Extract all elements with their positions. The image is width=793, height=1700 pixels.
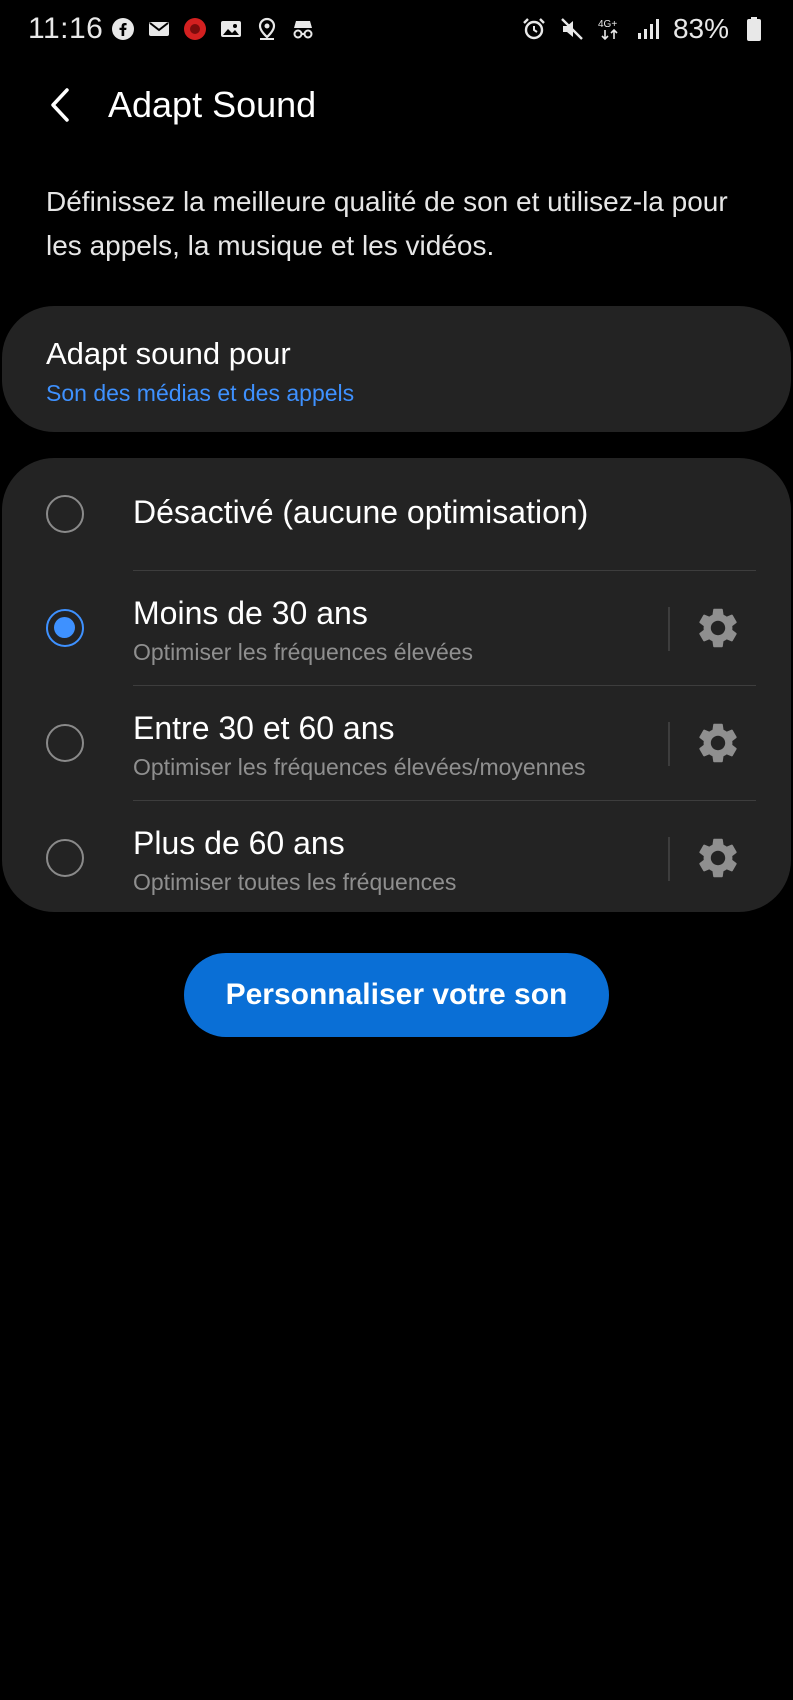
battery-percentage: 83% <box>672 13 729 44</box>
age-options-list: Désactivé (aucune optimisation) Moins de… <box>2 458 791 912</box>
image-icon <box>218 16 244 42</box>
radio-button-off[interactable] <box>46 495 84 533</box>
alarm-icon <box>521 16 547 42</box>
system-icons: 4G+ 83% <box>521 13 767 45</box>
chevron-left-icon <box>51 88 69 122</box>
incognito-icon <box>290 16 316 42</box>
mute-icon <box>559 16 585 42</box>
gear-icon <box>699 608 737 648</box>
adapt-sound-target-setting[interactable]: Adapt sound pour Son des médias et des a… <box>2 306 791 432</box>
option-subtitle: Optimiser les fréquences élevées <box>133 639 474 665</box>
target-setting-value: Son des médias et des appels <box>46 380 355 406</box>
option-30-to-60[interactable]: Entre 30 et 60 ans Optimiser les fréquen… <box>2 686 791 800</box>
back-button[interactable] <box>40 80 80 130</box>
location-icon <box>254 16 280 42</box>
option-subtitle: Optimiser les fréquences élevées/moyenne… <box>133 754 586 780</box>
mail-icon <box>146 16 172 42</box>
option-title: Entre 30 et 60 ans <box>133 710 395 746</box>
vertical-divider <box>668 607 670 651</box>
settings-gear-button[interactable] <box>694 719 742 767</box>
status-bar: 11:16 4G+ 83% <box>0 0 793 60</box>
facebook-icon <box>110 16 136 42</box>
option-over-60[interactable]: Plus de 60 ans Optimiser toutes les fréq… <box>2 801 791 912</box>
option-title: Désactivé (aucune optimisation) <box>133 494 589 530</box>
gear-icon <box>699 723 737 763</box>
option-title: Moins de 30 ans <box>133 595 368 631</box>
option-title: Plus de 60 ans <box>133 825 345 861</box>
4g-icon: 4G+ <box>597 16 623 42</box>
settings-gear-button[interactable] <box>694 604 742 652</box>
radio-button-over-60[interactable] <box>46 839 84 877</box>
radio-button-30-to-60[interactable] <box>46 724 84 762</box>
settings-gear-button[interactable] <box>694 834 742 882</box>
gear-icon <box>699 838 737 878</box>
notification-icons <box>110 16 316 42</box>
option-subtitle: Optimiser toutes les fréquences <box>133 869 457 895</box>
red-app-icon <box>182 16 208 42</box>
option-under-30[interactable]: Moins de 30 ans Optimiser les fréquences… <box>2 571 791 685</box>
radio-button-under-30[interactable] <box>46 609 84 647</box>
battery-icon <box>741 16 767 42</box>
description-text: Définissez la meilleure qualité de son e… <box>46 186 728 261</box>
customize-sound-button[interactable]: Personnaliser votre son <box>184 953 609 1037</box>
vertical-divider <box>668 722 670 766</box>
page-title: Adapt Sound <box>108 84 317 125</box>
signal-icon <box>635 16 661 42</box>
target-setting-title: Adapt sound pour <box>46 336 291 371</box>
vertical-divider <box>668 837 670 881</box>
network-label: 4G+ <box>598 19 617 30</box>
status-time: 11:16 <box>28 12 104 45</box>
option-off[interactable]: Désactivé (aucune optimisation) <box>2 458 791 570</box>
